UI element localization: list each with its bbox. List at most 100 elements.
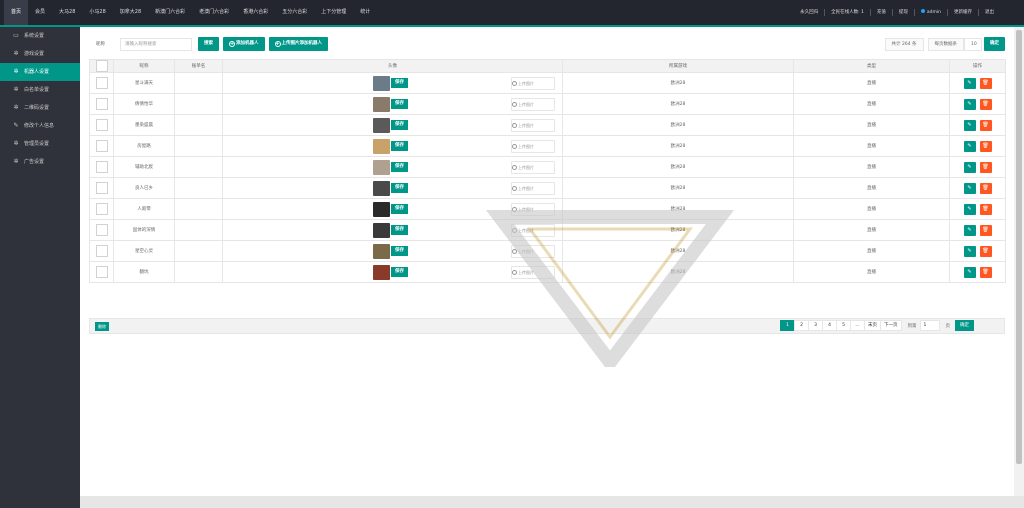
upload-image-button[interactable]: 上传图片: [511, 265, 555, 279]
save-button[interactable]: 保存: [391, 246, 408, 256]
top-nav-item[interactable]: 加拿大28: [113, 0, 148, 25]
save-button[interactable]: 保存: [391, 204, 408, 214]
trash-icon[interactable]: 🗑: [979, 161, 992, 173]
save-button[interactable]: 保存: [391, 120, 408, 130]
upload-image-button[interactable]: 上传图片: [511, 223, 555, 237]
page-button[interactable]: 5: [836, 320, 851, 331]
per-page-input[interactable]: 10: [964, 37, 982, 51]
row-checkbox[interactable]: [95, 245, 108, 257]
edit-icon[interactable]: ✎: [963, 224, 976, 236]
row-bill-name: [174, 72, 223, 94]
upload-image-button[interactable]: 上传图片: [511, 97, 555, 111]
sidebar-item[interactable]: ✲ 广告设置: [0, 153, 80, 171]
top-nav-item[interactable]: 首页: [4, 0, 29, 25]
trash-icon[interactable]: 🗑: [979, 224, 992, 236]
upload-image-button[interactable]: 上传图片: [511, 160, 555, 174]
upload-image-button[interactable]: 上传图片: [511, 202, 555, 216]
sidebar-item[interactable]: ✎ 修改个人信息: [0, 117, 80, 135]
recharge-link[interactable]: 充值: [869, 9, 892, 16]
row-checkbox[interactable]: [95, 161, 108, 173]
page-button[interactable]: 3: [808, 320, 823, 331]
upload-image-button[interactable]: 上传图片: [511, 76, 555, 90]
sidebar-item[interactable]: ✲ 游戏设置: [0, 45, 80, 63]
save-button[interactable]: 保存: [391, 267, 408, 277]
batch-delete-button[interactable]: 删除: [95, 322, 109, 331]
top-nav-item[interactable]: 会员: [28, 0, 52, 25]
update-cache-link[interactable]: 更新缓存: [947, 9, 978, 16]
edit-icon[interactable]: ✎: [963, 266, 976, 278]
trash-icon[interactable]: 🗑: [979, 203, 992, 215]
edit-icon[interactable]: ✎: [963, 245, 976, 257]
row-checkbox[interactable]: [95, 119, 108, 131]
trash-icon[interactable]: 🗑: [979, 119, 992, 131]
row-game: 欧洲28: [562, 177, 794, 199]
trash-icon[interactable]: 🗑: [979, 245, 992, 257]
edit-icon[interactable]: ✎: [963, 140, 976, 152]
row-checkbox[interactable]: [95, 98, 108, 110]
page-button[interactable]: 4: [822, 320, 837, 331]
scrollbar-thumb[interactable]: [1016, 30, 1022, 464]
edit-icon[interactable]: ✎: [963, 182, 976, 194]
trash-icon[interactable]: 🗑: [979, 77, 992, 89]
upload-image-button[interactable]: 上传图片: [511, 118, 555, 132]
top-nav-item[interactable]: 新澳门六合彩: [148, 0, 192, 25]
page-button[interactable]: 2: [794, 320, 809, 331]
row-bill-name: [174, 219, 223, 241]
top-nav-item[interactable]: 上下分管理: [314, 0, 353, 25]
top-nav-item[interactable]: 小马28: [82, 0, 112, 25]
confirm-button[interactable]: 确定: [984, 37, 1005, 51]
page-button[interactable]: 1: [780, 320, 795, 331]
sidebar-item[interactable]: ▭ 系统设置: [0, 27, 80, 45]
save-button[interactable]: 保存: [391, 141, 408, 151]
upload-image-button[interactable]: 上传图片: [511, 244, 555, 258]
upload-add-robot-button[interactable]: + 上传图片添加机器人: [268, 37, 328, 51]
save-button[interactable]: 保存: [391, 162, 408, 172]
row-bill-name: [174, 93, 223, 115]
page-input[interactable]: 1: [919, 320, 940, 331]
save-button[interactable]: 保存: [391, 99, 408, 109]
vertical-scrollbar[interactable]: [1014, 27, 1024, 496]
row-checkbox[interactable]: [95, 182, 108, 194]
upload-image-button[interactable]: 上传图片: [511, 181, 555, 195]
page-button[interactable]: 下一页: [880, 320, 902, 331]
row-checkbox[interactable]: [95, 203, 108, 215]
forever-link[interactable]: 永久回归: [794, 9, 824, 16]
edit-icon[interactable]: ✎: [963, 77, 976, 89]
sidebar-item[interactable]: ✲ 管理员设置: [0, 135, 80, 153]
user-menu[interactable]: admin: [913, 9, 947, 16]
edit-icon[interactable]: ✎: [963, 203, 976, 215]
search-button[interactable]: 搜索: [198, 37, 219, 51]
sidebar-item[interactable]: ✲ 白名单设置: [0, 81, 80, 99]
trash-icon[interactable]: 🗑: [979, 140, 992, 152]
sidebar-item[interactable]: ✲ 机器人设置: [0, 63, 80, 81]
edit-icon[interactable]: ✎: [963, 161, 976, 173]
top-nav-item[interactable]: 五分六合彩: [275, 0, 314, 25]
row-checkbox[interactable]: [95, 140, 108, 152]
row-checkbox[interactable]: [95, 266, 108, 278]
page-button[interactable]: 末页: [864, 320, 881, 331]
goto-confirm-button[interactable]: 确定: [955, 320, 974, 331]
trash-icon[interactable]: 🗑: [979, 182, 992, 194]
page-button[interactable]: ...: [850, 320, 865, 331]
logout-link[interactable]: 退出: [978, 9, 1000, 16]
upload-image-button[interactable]: 上传图片: [511, 139, 555, 153]
edit-icon[interactable]: ✎: [963, 119, 976, 131]
row-checkbox[interactable]: [95, 224, 108, 236]
add-robot-button[interactable]: + 添加机器人: [223, 37, 265, 51]
trash-icon[interactable]: 🗑: [979, 266, 992, 278]
save-button[interactable]: 保存: [391, 78, 408, 88]
row-nickname: 星斗满天: [113, 72, 175, 94]
edit-icon[interactable]: ✎: [963, 98, 976, 110]
sidebar-item[interactable]: ✲ 二维码设置: [0, 99, 80, 117]
top-nav-item[interactable]: 统计: [353, 0, 377, 25]
top-nav-item[interactable]: 大马28: [52, 0, 82, 25]
trash-icon[interactable]: 🗑: [979, 98, 992, 110]
top-nav-item[interactable]: 香港六合彩: [236, 0, 275, 25]
row-checkbox[interactable]: [95, 77, 108, 89]
top-nav-item[interactable]: 老澳门六合彩: [192, 0, 236, 25]
withdraw-link[interactable]: 提现: [891, 9, 914, 16]
select-all-checkbox[interactable]: [95, 60, 108, 72]
save-button[interactable]: 保存: [391, 225, 408, 235]
search-input[interactable]: 请输入昵称搜索: [120, 37, 192, 51]
save-button[interactable]: 保存: [391, 183, 408, 193]
